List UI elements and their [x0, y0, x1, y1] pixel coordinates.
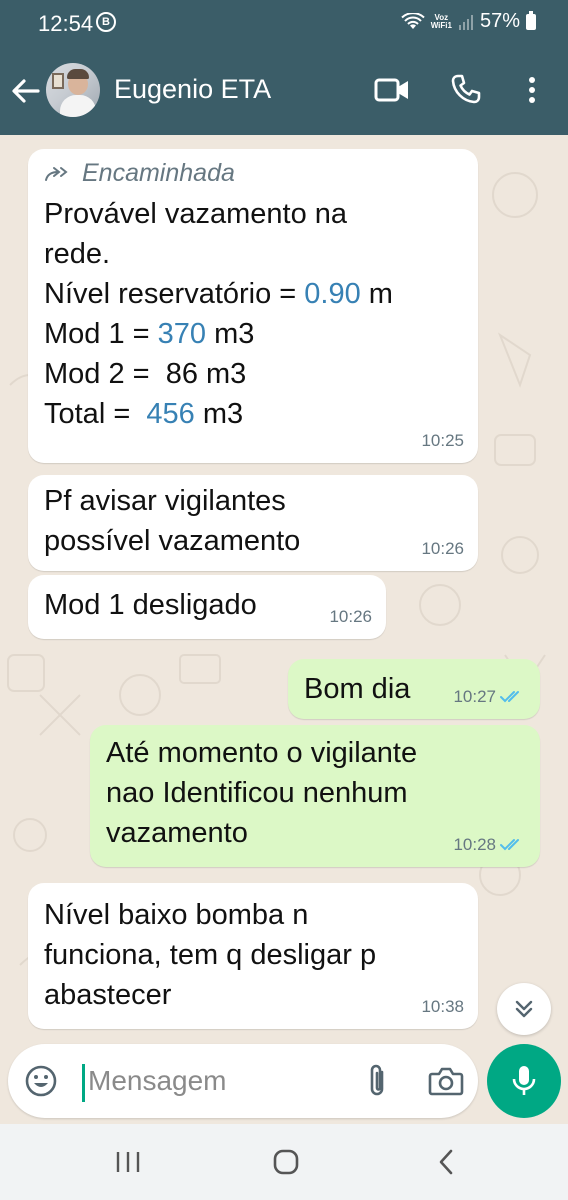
composer-bar — [0, 1040, 568, 1124]
status-right: Voz WiFi1 57% — [401, 10, 536, 33]
forward-icon — [45, 166, 68, 181]
message-bubble[interactable]: Até momento o vigilante nao Identificou … — [90, 725, 540, 867]
message-time: 10:28 — [453, 835, 496, 854]
battery-icon — [526, 10, 536, 30]
message-meta: 10:27 — [453, 687, 526, 707]
network-label: Voz WiFi1 — [430, 12, 452, 30]
wifi-icon — [401, 12, 425, 29]
text-cursor — [82, 1064, 85, 1102]
message-bubble[interactable]: Encaminhada Provável vazamento na rede. … — [28, 149, 478, 463]
message-time: 10:26 — [329, 607, 372, 626]
scroll-down-button[interactable] — [497, 983, 551, 1035]
message-text: Mod 1 desligado — [44, 589, 257, 621]
message-time: 10:27 — [453, 687, 496, 706]
message-meta: 10:25 — [421, 431, 464, 451]
forwarded-label: Encaminhada — [44, 159, 462, 188]
message-time: 10:38 — [421, 997, 464, 1016]
camera-icon[interactable] — [428, 1066, 464, 1096]
message-text: Pf avisar vigilantes possível vazamento — [44, 485, 301, 557]
back-icon[interactable] — [436, 1148, 456, 1176]
chevron-double-down-icon — [515, 1000, 533, 1018]
message-bubble[interactable]: Pf avisar vigilantes possível vazamento … — [28, 475, 478, 571]
highlighted-number[interactable]: 0.90 — [304, 278, 360, 310]
avatar[interactable] — [46, 63, 100, 117]
highlighted-number[interactable]: 456 — [146, 398, 194, 430]
mic-button[interactable] — [487, 1044, 561, 1118]
battery-percent: 57% — [479, 10, 520, 32]
video-call-icon[interactable] — [374, 76, 410, 104]
emoji-icon[interactable] — [24, 1064, 58, 1098]
double-check-icon — [500, 691, 519, 703]
status-time: 12:54 — [38, 11, 94, 36]
double-check-icon — [500, 839, 519, 851]
signal-icon — [458, 14, 473, 30]
message-meta: 10:28 — [453, 835, 526, 855]
highlighted-number[interactable]: 370 — [158, 318, 206, 350]
message-time: 10:25 — [421, 431, 464, 450]
message-text: Provável vazamento na rede. Nível reserv… — [44, 198, 393, 430]
message-bubble[interactable]: Bom dia 10:27 — [288, 659, 540, 719]
message-bubble[interactable]: Nível baixo bomba n funciona, tem q desl… — [28, 883, 478, 1029]
message-meta: 10:38 — [421, 997, 464, 1017]
more-vert-icon[interactable] — [522, 74, 542, 106]
phone-icon[interactable] — [450, 73, 482, 105]
recents-icon[interactable] — [115, 1150, 141, 1174]
top-bar: 12:54 B Voz WiFi1 57% Eugenio ETA — [0, 0, 568, 135]
chat-area[interactable]: Encaminhada Provável vazamento na rede. … — [0, 135, 568, 1125]
home-icon[interactable] — [272, 1148, 300, 1176]
message-input[interactable] — [88, 1064, 348, 1098]
message-time: 10:26 — [421, 539, 464, 558]
back-arrow-icon[interactable] — [10, 76, 42, 106]
system-nav-bar — [0, 1124, 568, 1200]
chat-header: Eugenio ETA — [0, 46, 568, 135]
message-meta: 10:26 — [421, 539, 464, 559]
notification-badge-icon: B — [96, 12, 116, 32]
status-bar: 12:54 B Voz WiFi1 57% — [0, 0, 568, 46]
mic-icon — [512, 1066, 536, 1095]
message-field[interactable] — [8, 1044, 478, 1118]
message-bubble[interactable]: Mod 1 desligado 10:26 — [28, 575, 386, 639]
contact-name[interactable]: Eugenio ETA — [114, 74, 271, 105]
attach-icon[interactable] — [362, 1062, 392, 1100]
message-meta: 10:26 — [329, 607, 372, 627]
message-text: Nível baixo bomba n funciona, tem q desl… — [44, 899, 377, 1011]
